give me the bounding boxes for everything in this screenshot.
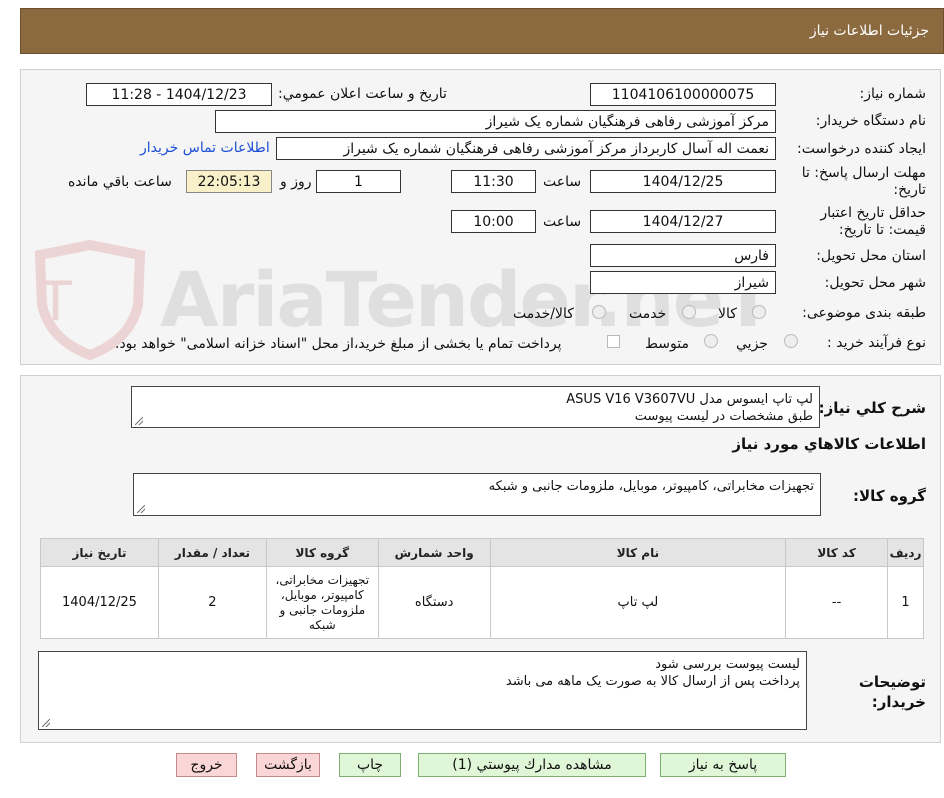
back-button[interactable]: بازگشت <box>256 753 320 777</box>
resize-grip-icon[interactable] <box>137 505 145 513</box>
cell-quantity: 2 <box>157 566 267 639</box>
description-label: شرح كلي نياز: <box>818 399 926 417</box>
header-quantity: تعداد / مقدار <box>157 538 267 567</box>
need-number-field: 1104106100000075 <box>590 83 776 106</box>
remaining-time-label: ساعت باقي مانده <box>68 174 172 190</box>
category-radio-goods[interactable] <box>752 305 766 319</box>
cell-need-date: 1404/12/25 <box>40 566 159 639</box>
remaining-time-field: 22:05:13 <box>186 170 272 193</box>
goods-group-textarea[interactable]: تجهیزات مخابراتی، کامپیوتر، موبایل، ملزو… <box>133 473 821 516</box>
view-attachments-button[interactable]: مشاهده مدارك پيوستي (1) <box>418 753 646 777</box>
reply-deadline-label: مهلت ارسال پاسخ: تا تاریخ: <box>801 165 926 198</box>
province-field: فارس <box>590 244 776 267</box>
header-name: نام کالا <box>489 538 787 567</box>
announce-datetime-label: تاریخ و ساعت اعلان عمومي: <box>278 86 447 102</box>
reply-deadline-time: 11:30 <box>451 170 536 193</box>
category-option-goods-service: کالا/خدمت <box>513 306 574 322</box>
city-label: شهر محل تحویل: <box>824 275 926 291</box>
reply-deadline-date: 1404/12/25 <box>590 170 776 193</box>
page-title: جزئیات اطلاعات نیاز <box>809 23 929 39</box>
header-unit: واحد شمارش <box>377 538 491 567</box>
description-textarea[interactable]: لپ تاپ ایسوس مدل ASUS V16 V3607VU طبق مش… <box>131 386 820 428</box>
buyer-notes-textarea[interactable]: لیست پیوست بررسی شود پرداخت پس از ارسال … <box>38 651 807 730</box>
category-radio-service[interactable] <box>682 305 696 319</box>
price-validity-date: 1404/12/27 <box>590 210 776 233</box>
description-line-1: لپ تاپ ایسوس مدل ASUS V16 V3607VU <box>566 392 813 407</box>
description-line-2: طبق مشخصات در لیست پیوست <box>634 409 813 424</box>
price-validity-time: 10:00 <box>451 210 536 233</box>
resize-grip-icon[interactable] <box>135 417 143 425</box>
items-table: ردیف کد کالا نام کالا واحد شمارش گروه کا… <box>40 538 924 639</box>
announce-datetime-field: 1404/12/23 - 11:28 <box>86 83 272 106</box>
treasury-checkbox[interactable] <box>607 335 620 348</box>
buyer-contact-link[interactable]: اطلاعات تماس خریدار <box>140 140 270 156</box>
items-table-header: ردیف کد کالا نام کالا واحد شمارش گروه کا… <box>40 538 924 567</box>
days-label: روز و <box>280 174 312 190</box>
process-type-label: نوع فرآیند خرید : <box>827 335 926 351</box>
cell-row-number: 1 <box>887 566 924 639</box>
requester-field: نعمت اله آسال کاربرداز مرکز آموزشی رفاهی… <box>276 137 776 160</box>
treasury-note: پرداخت تمام یا بخشی از مبلغ خرید،از محل … <box>115 336 562 352</box>
header-need-date: تاریخ نیاز <box>40 538 159 567</box>
process-option-medium: متوسط <box>645 336 689 352</box>
cell-name: لپ تاپ <box>489 566 787 639</box>
exit-button[interactable]: خروج <box>176 753 237 777</box>
price-validity-label: حداقل تاریخ اعتبار قیمت: تا تاریخ: <box>820 205 926 238</box>
category-option-service: خدمت <box>629 306 667 322</box>
process-option-partial: جزیي <box>736 336 768 352</box>
buyer-org-label: نام دستگاه خریدار: <box>815 113 926 129</box>
goods-section-title: اطلاعات كالاهاي مورد نياز <box>732 435 926 453</box>
buyer-notes-line-2: پرداخت پس از ارسال کالا به صورت یک ماهه … <box>505 674 800 689</box>
header-row-number: ردیف <box>887 538 924 567</box>
cell-unit: دستگاه <box>377 566 491 639</box>
header-group: گروه کالا <box>265 538 379 567</box>
category-radio-goods-service[interactable] <box>592 305 606 319</box>
city-field: شیراز <box>590 271 776 294</box>
buyer-notes-line-1: لیست پیوست بررسی شود <box>655 657 800 672</box>
process-radio-partial[interactable] <box>784 334 798 348</box>
requester-label: ایجاد کننده درخواست: <box>797 141 926 157</box>
table-row: 1 -- لپ تاپ دستگاه تجهیزات مخابراتی، کام… <box>40 566 924 639</box>
resize-grip-icon[interactable] <box>42 719 50 727</box>
cell-group: تجهیزات مخابراتی، کامپیوتر، موبایل، ملزو… <box>265 566 379 639</box>
header-code: کد کالا <box>785 538 889 567</box>
goods-group-value: تجهیزات مخابراتی، کامپیوتر، موبایل، ملزو… <box>488 479 814 494</box>
reply-days-remaining: 1 <box>316 170 401 193</box>
reply-time-label: ساعت <box>543 174 582 190</box>
buyer-org-field: مرکز آموزشی رفاهی فرهنگیان شماره یک شیرا… <box>215 110 776 133</box>
reply-button[interactable]: پاسخ به نياز <box>660 753 786 777</box>
category-label: طبقه بندی موضوعی: <box>802 305 926 321</box>
page-header: جزئیات اطلاعات نیاز <box>20 8 944 54</box>
buyer-notes-label: توضیحات خریدار: <box>858 673 926 711</box>
process-radio-medium[interactable] <box>704 334 718 348</box>
print-button[interactable]: چاپ <box>339 753 401 777</box>
category-option-goods: کالا <box>718 306 737 322</box>
need-number-label: شماره نیاز: <box>859 86 927 102</box>
goods-group-label: گروه كالا: <box>853 487 926 505</box>
price-validity-time-label: ساعت <box>543 214 582 230</box>
province-label: استان محل تحویل: <box>816 248 926 264</box>
cell-code: -- <box>785 566 889 639</box>
